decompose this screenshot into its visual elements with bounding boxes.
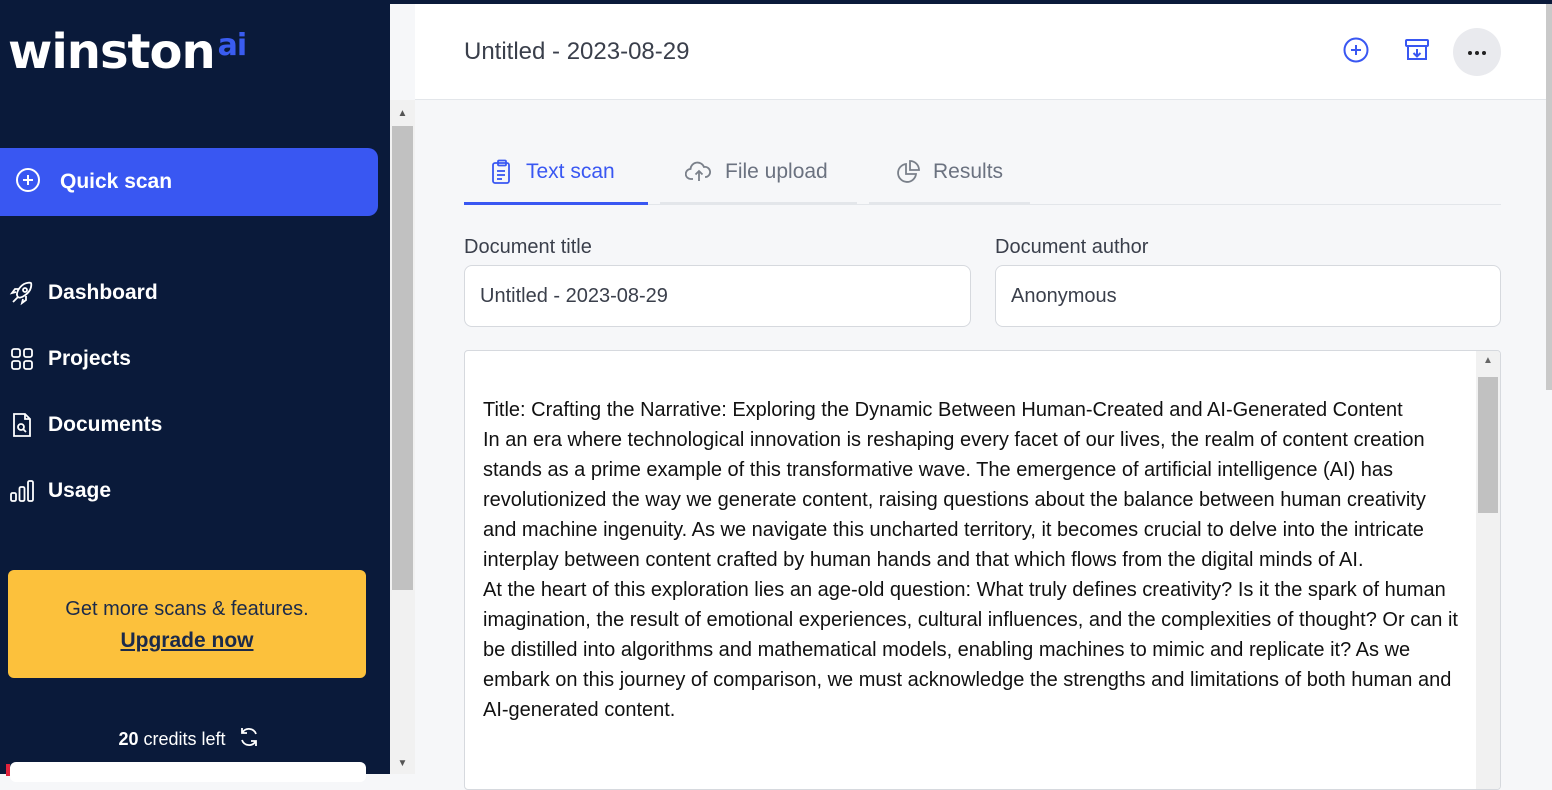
- text-input-area[interactable]: Title: Crafting the Narrative: Exploring…: [464, 350, 1501, 790]
- sidebar-item-usage[interactable]: Usage: [8, 471, 378, 511]
- clipboard-icon: [490, 159, 514, 185]
- logo[interactable]: winston ai: [8, 24, 248, 80]
- tab-underline: [869, 202, 1030, 205]
- sidebar-item-label: Usage: [48, 479, 112, 502]
- text-paragraph: In an era where technological innovation…: [483, 429, 1426, 571]
- page-scrollbar-thumb[interactable]: [1546, 4, 1552, 390]
- tab-label: Text scan: [526, 159, 615, 183]
- more-options-button[interactable]: [1453, 28, 1501, 76]
- tab-results[interactable]: Results: [895, 138, 1003, 205]
- logo-suffix: ai: [217, 28, 248, 63]
- grid-icon: [8, 345, 36, 373]
- sidebar-item-dashboard[interactable]: Dashboard: [8, 273, 378, 313]
- text-paragraph: At the heart of this exploration lies an…: [483, 579, 1458, 721]
- tab-label: File upload: [725, 159, 828, 183]
- bar-chart-icon: [8, 477, 36, 505]
- text-content: Title: Crafting the Narrative: Exploring…: [483, 395, 1463, 725]
- tab-bar: Text scan File upload Results: [464, 138, 1501, 205]
- logo-text: winston: [8, 24, 216, 80]
- header: Untitled - 2023-08-29: [415, 4, 1552, 100]
- credits-label: credits left: [143, 729, 226, 749]
- pie-chart-icon: [895, 159, 921, 185]
- account-card[interactable]: [10, 762, 366, 782]
- archive-button[interactable]: [1393, 28, 1441, 76]
- scroll-down-arrow-icon[interactable]: ▼: [390, 754, 415, 774]
- plus-circle-icon: [14, 166, 42, 199]
- credits-count: 20: [118, 729, 139, 749]
- document-title-input[interactable]: Untitled - 2023-08-29: [464, 265, 971, 327]
- cloud-upload-icon: [685, 160, 713, 184]
- document-author-input[interactable]: Anonymous: [995, 265, 1501, 327]
- ellipsis-icon: [1466, 43, 1488, 61]
- upgrade-link[interactable]: Upgrade now: [8, 629, 366, 653]
- quick-scan-label: Quick scan: [60, 170, 173, 193]
- sidebar: winston ai Quick scan Dashboard Projects …: [0, 0, 390, 782]
- quick-scan-button[interactable]: Quick scan: [0, 148, 378, 216]
- rocket-icon: [8, 279, 36, 307]
- tab-text-scan[interactable]: Text scan: [490, 138, 615, 205]
- document-title-label: Document title: [464, 236, 592, 258]
- sidebar-scrollbar[interactable]: ▲ ▼: [390, 100, 415, 774]
- page-title: Untitled - 2023-08-29: [464, 38, 690, 65]
- tab-file-upload[interactable]: File upload: [685, 138, 828, 205]
- plus-circle-icon: [1342, 36, 1370, 69]
- account-indicator: [6, 764, 10, 776]
- scrollbar-thumb[interactable]: [392, 126, 413, 590]
- scrollbar-thumb[interactable]: [1478, 377, 1498, 513]
- active-tab-indicator: [464, 202, 648, 205]
- text-paragraph: Title: Crafting the Narrative: Exploring…: [483, 399, 1403, 421]
- archive-download-icon: [1403, 36, 1431, 69]
- upgrade-text: Get more scans & features.: [65, 598, 309, 620]
- refresh-icon[interactable]: [238, 726, 260, 753]
- sidebar-item-label: Dashboard: [48, 281, 158, 304]
- document-author-label: Document author: [995, 236, 1149, 258]
- new-document-button[interactable]: [1332, 28, 1380, 76]
- upgrade-card: Get more scans & features. Upgrade now: [8, 570, 366, 678]
- tab-label: Results: [933, 159, 1004, 183]
- scroll-up-arrow-icon[interactable]: ▲: [390, 104, 415, 124]
- sidebar-item-projects[interactable]: Projects: [8, 339, 378, 379]
- scroll-up-arrow-icon[interactable]: ▲: [1476, 355, 1500, 366]
- tab-underline: [660, 202, 857, 205]
- document-search-icon: [8, 411, 36, 439]
- sidebar-item-label: Documents: [48, 413, 163, 436]
- sidebar-item-label: Projects: [48, 347, 131, 370]
- textarea-scrollbar[interactable]: ▲: [1476, 351, 1500, 789]
- credits-indicator: 20 credits left: [0, 726, 378, 753]
- sidebar-item-documents[interactable]: Documents: [8, 405, 378, 445]
